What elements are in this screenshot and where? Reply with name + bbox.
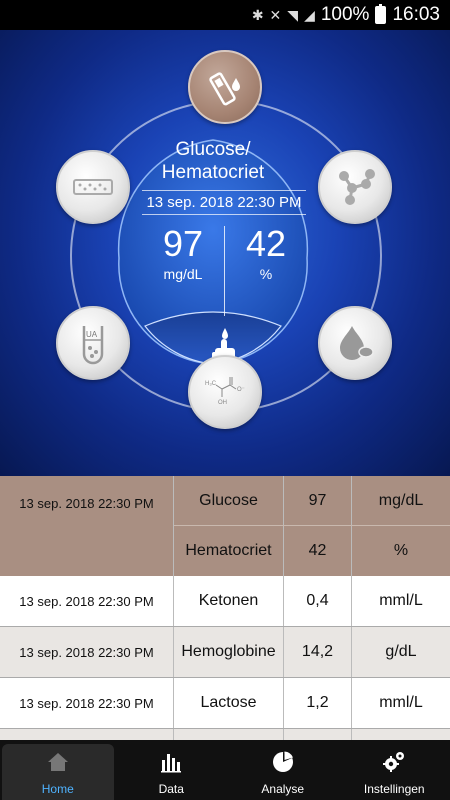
- hematocrit-reading: 42 %: [226, 218, 306, 282]
- row-unit: mg/dL: [378, 491, 424, 509]
- row-unit: %: [393, 542, 409, 559]
- glucose-value: 97: [162, 223, 204, 264]
- bottom-nav: Home Data Analyse Instellingen: [0, 740, 450, 800]
- glucose-strip-icon[interactable]: [188, 50, 262, 124]
- nav-home-label: Home: [41, 782, 74, 796]
- row-name: Lactose: [174, 678, 284, 728]
- table-row-partial: [0, 729, 450, 740]
- table-row-group-glucose[interactable]: 13 sep. 2018 22:30 PM Glucose 97 mg/dL H…: [0, 476, 450, 576]
- nav-analyse[interactable]: Analyse: [227, 740, 339, 800]
- row-unit: [352, 729, 450, 740]
- uric-acid-label: UA: [86, 330, 98, 339]
- row-unit: g/dL: [385, 643, 417, 660]
- nav-data-label: Data: [158, 782, 184, 796]
- mute-icon: ✕: [269, 6, 282, 23]
- row-unit: mml/L: [379, 694, 423, 711]
- table-row[interactable]: 13 sep. 2018 22:30 PM Hemoglobine 14,2 g…: [0, 627, 450, 678]
- table-row[interactable]: 13 sep. 2018 22:30 PM Lactose 1,2 mml/L: [0, 678, 450, 729]
- nav-home[interactable]: Home: [2, 744, 114, 800]
- formula-oh: OH: [218, 400, 227, 406]
- blood-drop-icon[interactable]: [318, 306, 392, 380]
- row-value: [284, 729, 352, 740]
- table-row[interactable]: 13 sep. 2018 22:30 PM Ketonen 0,4 mml/L: [0, 576, 450, 627]
- bar-chart-icon: [161, 754, 182, 773]
- row-name: Ketonen: [174, 576, 284, 626]
- row-name: Hematocriet: [174, 526, 284, 576]
- gears-icon: [383, 752, 405, 772]
- nav-analyse-label: Analyse: [261, 782, 305, 796]
- pie-chart-icon: [272, 751, 293, 772]
- row-name: Hemoglobine: [174, 627, 284, 677]
- nav-instellingen[interactable]: Instellingen: [339, 740, 450, 800]
- nav-data[interactable]: Data: [116, 740, 228, 800]
- lactate-formula-icon[interactable]: H₃C O⁻ OH: [188, 355, 262, 429]
- bluetooth-icon: ✱: [251, 6, 264, 23]
- glucose-unit: mg/dL: [163, 266, 203, 282]
- test-strip-icon[interactable]: [56, 150, 130, 224]
- row-date: [0, 729, 174, 740]
- title-line-2: Hematocriet: [161, 162, 265, 183]
- nav-instellingen-label: Instellingen: [363, 782, 425, 796]
- battery-percent: 100%: [320, 4, 370, 25]
- home-icon: [47, 753, 68, 771]
- row-date: 13 sep. 2018 22:30 PM: [0, 678, 174, 728]
- row-name: [174, 729, 284, 740]
- molecule-icon[interactable]: [318, 150, 392, 224]
- row-value: 0,4: [284, 576, 352, 626]
- battery-icon: [375, 4, 387, 24]
- title-line-1: Glucose/: [175, 139, 251, 160]
- row-name: Glucose: [174, 476, 284, 525]
- status-bar: ✱ ✕ ◥ ◢ 100% 16:03: [0, 0, 450, 30]
- row-unit: mml/L: [379, 592, 423, 609]
- row-date: 13 sep. 2018 22:30 PM: [0, 627, 174, 677]
- row-date: 13 sep. 2018 22:30 PM: [0, 576, 174, 626]
- formula-o-minus: O⁻: [237, 387, 245, 393]
- measurement-title: Glucose/ Hematocriet: [117, 138, 309, 184]
- uric-acid-tube-icon[interactable]: UA: [56, 306, 130, 380]
- row-value: 1,2: [284, 678, 352, 728]
- measurement-dial: Glucose/ Hematocriet 13 sep. 2018 22:30 …: [0, 30, 450, 476]
- formula-h3c: H₃C: [205, 381, 217, 387]
- row-date: 13 sep. 2018 22:30 PM: [0, 476, 174, 576]
- glucose-reading: 97 mg/dL: [143, 218, 223, 282]
- hematocrit-value: 42: [245, 223, 287, 264]
- clock: 16:03: [392, 4, 440, 25]
- wifi-icon: ◥: [287, 6, 299, 23]
- measurement-date: 13 sep. 2018 22:30 PM: [142, 190, 306, 215]
- results-table: 13 sep. 2018 22:30 PM Glucose 97 mg/dL H…: [0, 476, 450, 740]
- signal-icon: ◢: [304, 6, 315, 23]
- hematocrit-unit: %: [259, 266, 273, 282]
- row-value: 97: [284, 476, 352, 525]
- row-value: 42: [284, 526, 352, 576]
- row-value: 14,2: [284, 627, 352, 677]
- blood-drop-small-icon: [222, 328, 228, 339]
- value-divider: [224, 226, 225, 316]
